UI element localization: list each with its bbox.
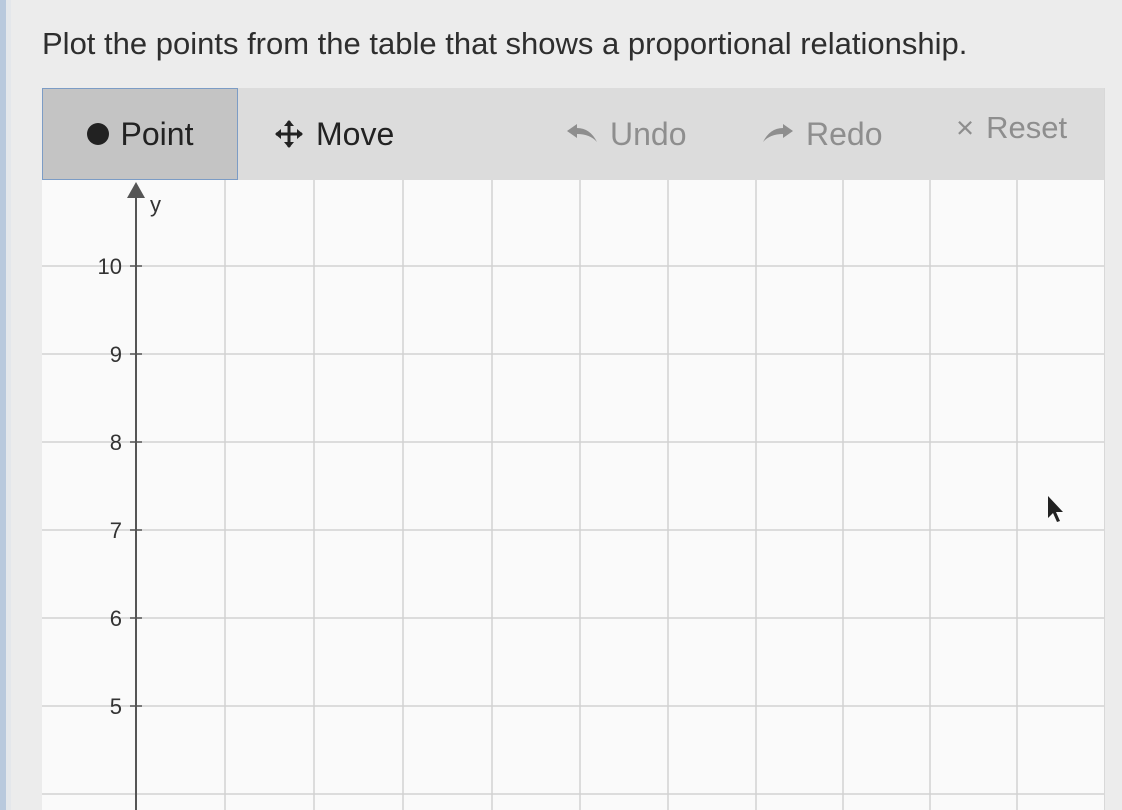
- left-accent-bar: [0, 0, 11, 810]
- y-axis: [127, 182, 145, 810]
- y-axis-label: y: [150, 192, 161, 217]
- y-tick-label: 5: [110, 694, 122, 719]
- filled-circle-icon: [86, 123, 109, 145]
- point-tool-label: Point: [120, 115, 194, 152]
- undo-button[interactable]: Undo: [566, 88, 687, 180]
- y-tick-label: 10: [98, 254, 122, 279]
- move-arrows-icon: [274, 119, 304, 149]
- question-prompt: Plot the points from the table that show…: [42, 26, 968, 61]
- undo-label: Undo: [610, 115, 687, 152]
- y-tick-label: 7: [110, 518, 122, 543]
- y-axis-arrow-icon: [127, 182, 145, 198]
- y-tick-label: 8: [110, 430, 122, 455]
- move-tool-label: Move: [316, 115, 395, 152]
- graph-toolbar: Point Move Undo Redo × Reset: [42, 88, 1104, 180]
- move-tool-button[interactable]: Move: [274, 88, 394, 180]
- undo-arrow-icon: [566, 123, 598, 145]
- close-x-icon: ×: [956, 110, 975, 145]
- coordinate-grid[interactable]: y 10 9 8 7 6 5: [42, 180, 1104, 810]
- redo-arrow-icon: [762, 123, 794, 145]
- point-tool-button[interactable]: Point: [42, 88, 238, 180]
- reset-label: Reset: [986, 110, 1068, 145]
- grid-lines: [42, 180, 1104, 810]
- redo-button[interactable]: Redo: [762, 88, 883, 180]
- redo-label: Redo: [806, 115, 883, 152]
- mouse-cursor-icon: [1048, 496, 1063, 522]
- y-tick-label: 6: [110, 606, 122, 631]
- graphing-widget: Point Move Undo Redo × Reset y 10 9 8 7 …: [42, 88, 1105, 810]
- reset-button[interactable]: × Reset: [956, 88, 1067, 174]
- y-tick-label: 9: [110, 342, 122, 367]
